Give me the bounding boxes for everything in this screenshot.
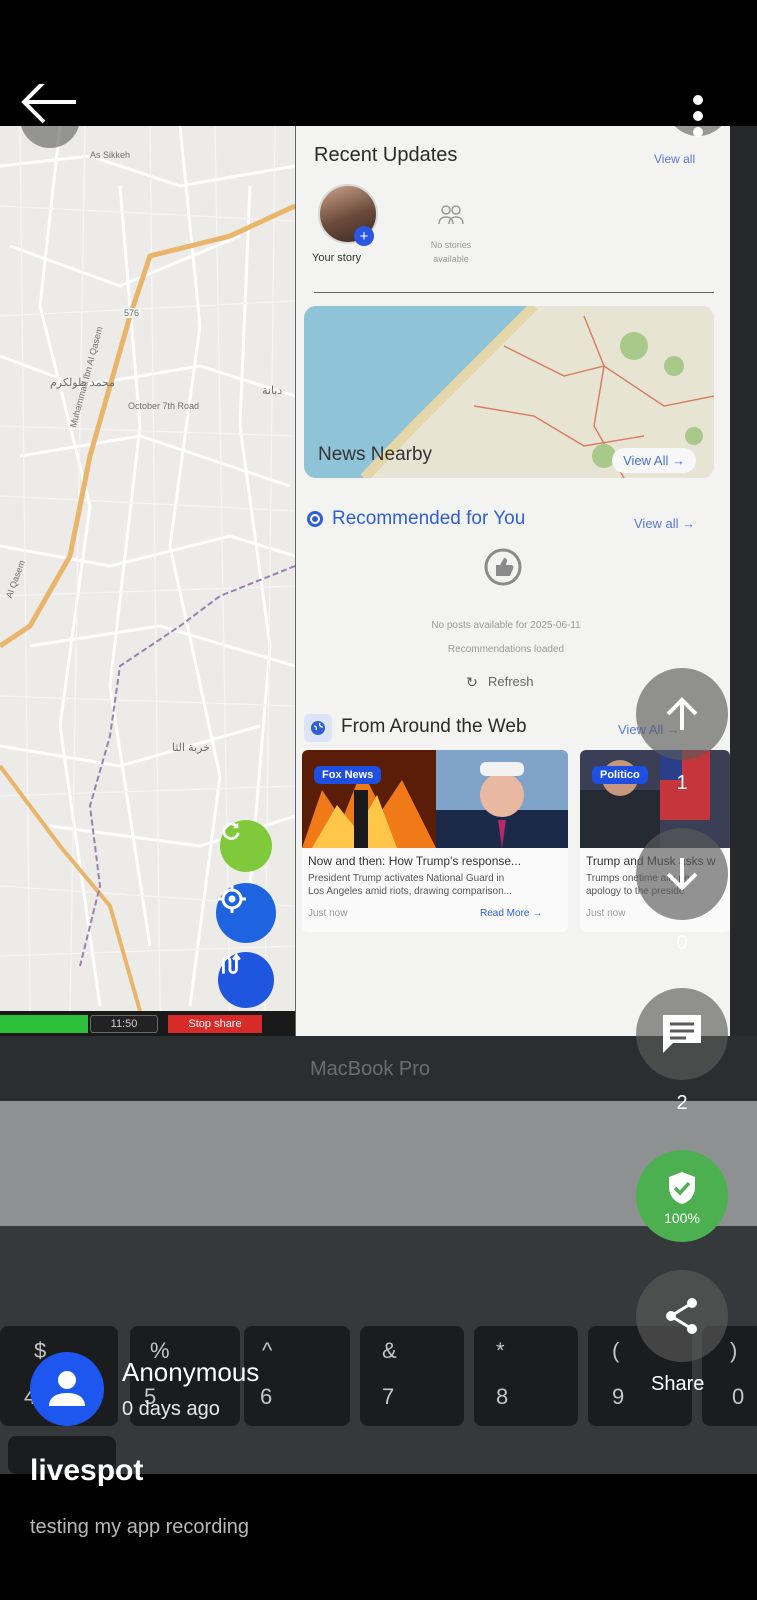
keyboard-key: & 7 — [360, 1326, 464, 1426]
screen-share-bar: 11:50 Stop share — [0, 1011, 295, 1037]
card-desc-line: Los Angeles amid riots, drawing comparis… — [308, 886, 512, 897]
map-roads — [0, 126, 295, 1011]
recommended-title: Recommended for You — [332, 508, 526, 529]
refresh-small-icon: ↻ — [466, 674, 478, 690]
no-stories-label: No stories available — [430, 240, 472, 264]
read-more-link: Read More → — [480, 908, 543, 919]
stop-share-button: Stop share — [168, 1015, 262, 1033]
news-nearby-card: News Nearby View All → — [304, 306, 714, 478]
news-card: Fox News Now and then: How Trump's respo… — [302, 750, 568, 932]
post-title: livespot — [30, 1454, 144, 1487]
upvote-count: 1 — [676, 772, 688, 794]
arrow-down-icon — [666, 858, 698, 891]
video-frame: As Sikkeh 576 October 7th Road محمد طولك… — [0, 126, 757, 1474]
verification-badge[interactable]: 100% — [636, 1150, 728, 1242]
card-time: Just now — [308, 908, 348, 919]
more-vertical-icon — [658, 72, 738, 137]
post-time: 0 days ago — [122, 1398, 220, 1420]
keyboard-deck: $4 %5 ^6 &7 *8 (9 )0 — [0, 1226, 757, 1474]
share-timer: 11:50 — [90, 1015, 158, 1033]
crosshair-icon — [218, 885, 246, 913]
share-indicator — [0, 1015, 88, 1033]
arrow-left-icon — [18, 80, 98, 148]
map-screen: As Sikkeh 576 October 7th Road محمد طولك… — [0, 126, 295, 1011]
map-label: دبانة — [262, 385, 283, 397]
globe-icon-badge — [304, 714, 332, 742]
news-card-image — [302, 750, 568, 848]
people-icon — [438, 205, 464, 225]
downvote-count: 0 — [676, 932, 688, 954]
refresh-icon — [222, 822, 240, 840]
news-view-all-button: View All → — [612, 448, 696, 473]
top-bar — [0, 0, 757, 126]
card-desc-line: President Trump activates National Guard… — [308, 873, 505, 884]
author-name[interactable]: Anonymous — [122, 1357, 259, 1388]
map-label: خربة الثا — [172, 742, 210, 754]
recent-updates-title: Recent Updates — [314, 144, 458, 166]
thumbs-up-icon — [484, 548, 522, 586]
card-time: Just now — [586, 908, 626, 919]
add-story-icon: + — [354, 226, 374, 246]
map-label: 576 — [122, 308, 142, 318]
keyboard-key: ^ 6 — [244, 1326, 350, 1426]
upvote-button[interactable] — [636, 668, 728, 760]
more-options-button[interactable] — [658, 72, 738, 146]
laptop-label: MacBook Pro — [310, 1058, 431, 1080]
screen-edge — [730, 126, 757, 1036]
share-label: Share — [651, 1373, 705, 1395]
recommended-icon — [307, 511, 323, 527]
source-badge: Politico — [592, 766, 648, 784]
map-label: As Sikkeh — [90, 150, 131, 160]
verification-percent: 100% — [664, 1210, 700, 1226]
map-label: October 7th Road — [128, 401, 200, 411]
map-route-button[interactable] — [218, 952, 274, 1008]
card-description: President Trump activates National Guard… — [308, 872, 512, 898]
route-icon — [222, 952, 241, 974]
shield-check-icon — [669, 1172, 695, 1204]
comment-icon — [663, 1015, 701, 1053]
your-story-label: Your story — [312, 252, 362, 264]
post-description: testing my app recording — [30, 1516, 250, 1538]
share-icon — [666, 1298, 697, 1334]
map-locate-button[interactable] — [216, 883, 276, 943]
refresh-link: Refresh — [488, 674, 534, 689]
person-icon — [49, 1371, 85, 1406]
back-button[interactable] — [18, 80, 98, 148]
source-badge: Fox News — [314, 766, 382, 784]
recent-view-all-link: View all — [654, 152, 696, 166]
no-posts-text: No posts available for 2025-06-11 — [431, 620, 581, 631]
globe-icon — [311, 721, 325, 735]
keyboard-key: * 8 — [474, 1326, 578, 1426]
news-card-image — [580, 750, 730, 848]
map-refresh-button[interactable] — [220, 820, 272, 872]
downvote-button[interactable] — [636, 828, 728, 920]
avatar[interactable] — [30, 1352, 104, 1426]
card-title: Now and then: How Trump's response... — [308, 854, 522, 868]
news-nearby-title: News Nearby — [318, 444, 433, 465]
recs-loaded-text: Recommendations loaded — [447, 644, 565, 655]
web-section-title: From Around the Web — [341, 716, 527, 737]
comment-count: 2 — [676, 1092, 688, 1114]
share-button[interactable] — [636, 1270, 728, 1362]
comments-button[interactable] — [636, 988, 728, 1080]
divider — [314, 292, 714, 293]
arrow-up-icon — [666, 697, 698, 730]
recommended-view-all-link: View all → — [634, 516, 696, 531]
